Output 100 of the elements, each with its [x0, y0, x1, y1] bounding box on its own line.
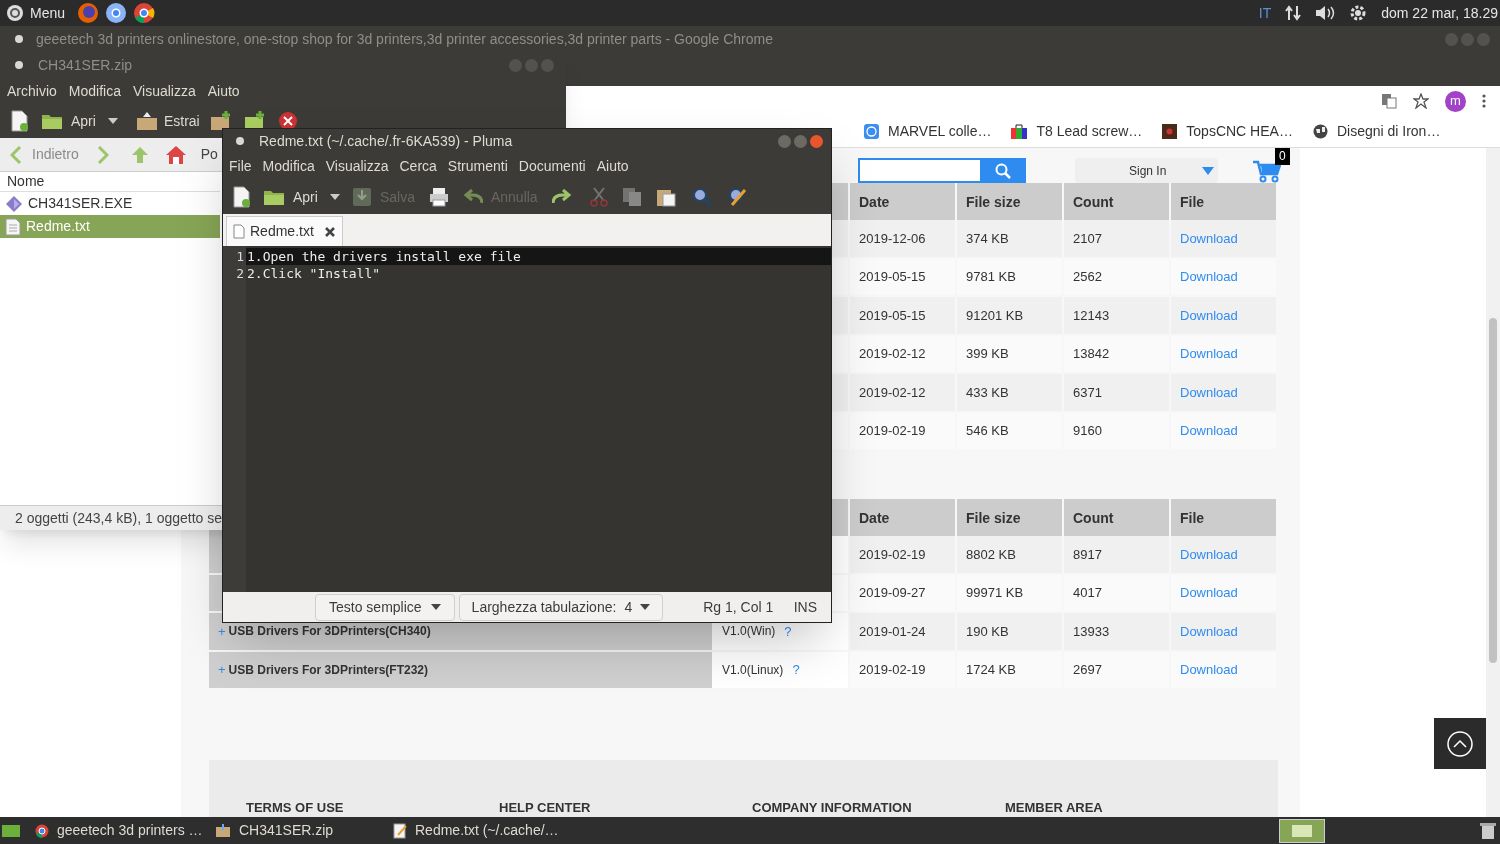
minimize-button[interactable]	[778, 134, 791, 148]
bookmark[interactable]: MARVEL colle…	[864, 121, 992, 142]
translate-icon	[1381, 93, 1397, 109]
clock[interactable]: dom 22 mar, 18.29	[1381, 2, 1498, 24]
column-header: File size	[957, 499, 1064, 536]
open-button[interactable]: Apri	[41, 110, 96, 132]
window-title: Redme.txt (~/.cache/.fr-6KA539) - Pluma	[259, 131, 513, 151]
table-cell-text: 2019-01-24	[859, 622, 926, 641]
close-icon	[323, 225, 336, 238]
tab-width-dropdown[interactable]: Larghezza tabulazione: 4	[458, 593, 664, 621]
keyboard-layout-indicator[interactable]: IT	[1258, 2, 1272, 24]
table-cell-text: 2019-09-27	[859, 584, 926, 602]
back-to-top-button[interactable]	[1434, 718, 1486, 769]
table-cell-text: 2019-02-19	[859, 422, 926, 440]
bookmark[interactable]: TopsCNC HEA…	[1162, 121, 1293, 142]
firefox-icon	[77, 2, 100, 24]
table-cell-text: 2019-02-12	[859, 383, 926, 402]
table-cell-text: 9781 KB	[966, 268, 1016, 286]
menu-item[interactable]: Modifica	[68, 80, 121, 102]
menu-item[interactable]: Visualizza	[132, 80, 196, 102]
file-row[interactable]: CH341SER.EXE	[0, 192, 220, 215]
volume-icon	[1315, 5, 1336, 21]
add-files-icon	[209, 111, 232, 131]
taskbar-item[interactable]: Redme.txt (~/.cache/…	[393, 820, 573, 841]
search-field[interactable]	[858, 158, 980, 183]
column-header: Count	[1064, 183, 1171, 220]
table-cell-text: 399 KB	[966, 345, 1009, 363]
table-cell-text: 1724 KB	[966, 661, 1016, 679]
bookmark[interactable]: Disegni di Iron…	[1312, 121, 1441, 142]
window-menu-icon	[14, 34, 24, 44]
column-header: File	[1171, 183, 1278, 220]
table-cell-text: 99971 KB	[966, 584, 1024, 602]
workspace-switcher[interactable]	[1279, 818, 1325, 843]
up-arrow-icon	[130, 145, 149, 164]
table-cell-text: 2019-12-06	[859, 229, 926, 248]
caret-icon	[329, 194, 340, 200]
menu-item[interactable]: Aiuto	[596, 156, 629, 177]
footer-heading[interactable]: HELP CENTER	[499, 798, 752, 818]
archive-icon	[215, 823, 231, 838]
ubuntu-logo-icon	[6, 4, 24, 22]
profile-avatar[interactable]: m	[1445, 90, 1466, 112]
search-button[interactable]	[980, 158, 1026, 183]
line-number: 1	[235, 248, 245, 265]
code-line[interactable]: 2.Click "Install"	[246, 265, 831, 282]
menu-item[interactable]: File	[229, 156, 252, 177]
column-header: Count	[1064, 499, 1171, 536]
driver-name[interactable]: USB Drivers For 3DPrinters(FT232)	[228, 660, 428, 679]
menu-item[interactable]: Strumenti	[447, 156, 508, 177]
maximize-button[interactable]	[794, 134, 807, 148]
menu-item[interactable]: Aiuto	[207, 80, 240, 102]
trash-icon	[1480, 821, 1496, 840]
column-header: File size	[957, 183, 1064, 220]
search-icon	[691, 187, 712, 207]
chrome-icon	[133, 2, 156, 24]
scrollbar[interactable]	[1486, 148, 1500, 817]
table-cell-text: 2019-02-19	[859, 545, 926, 564]
table-cell-text: 433 KB	[966, 383, 1009, 402]
footer-heading[interactable]: COMPANY INFORMATION	[752, 798, 1005, 818]
bookmark[interactable]: T8 Lead screw…	[1011, 121, 1143, 142]
more-menu-icon	[1482, 94, 1486, 108]
menu-item[interactable]: Modifica	[262, 156, 315, 177]
taskbar-item[interactable]: CH341SER.zip	[215, 820, 393, 841]
document-tab[interactable]: Redme.txt	[226, 216, 343, 246]
table-cell-text: 546 KB	[966, 422, 1009, 440]
footer-heading[interactable]: MEMBER AREA	[1005, 798, 1258, 818]
text-file-icon	[233, 224, 245, 239]
column-header[interactable]: Nome	[0, 172, 220, 192]
search-icon	[995, 162, 1011, 179]
folder-icon	[263, 188, 285, 206]
caret-icon	[1202, 166, 1214, 175]
table-cell-text: 2562	[1073, 268, 1102, 286]
menu-item[interactable]: Archivio	[7, 80, 57, 102]
close-button[interactable]	[810, 134, 823, 148]
paste-icon	[655, 187, 676, 207]
column-header: File	[1171, 499, 1278, 536]
menu-item[interactable]: Visualizza	[325, 156, 389, 177]
help-link[interactable]: ?	[792, 660, 800, 680]
syntax-dropdown[interactable]: Testo semplice	[315, 593, 455, 621]
location-button[interactable]: Po	[200, 144, 218, 165]
taskbar-item[interactable]: geeetech 3d printers …	[35, 820, 215, 841]
driver-name[interactable]: USB Drivers For 3DPrinters(CH340)	[228, 622, 431, 641]
bookmark-thumb-icon	[1162, 124, 1178, 139]
extract-button[interactable]: Estrai	[135, 110, 200, 132]
cursor-position: Rg 1, Col 1	[703, 597, 774, 617]
sign-in-dropdown[interactable]: Sign In	[1075, 158, 1218, 183]
menu-item[interactable]: Documenti	[518, 156, 586, 177]
menu-item[interactable]: Cerca	[399, 156, 437, 177]
caret-icon	[107, 118, 118, 124]
footer-heading[interactable]: TERMS OF USE	[246, 798, 499, 818]
toolbar-button[interactable]: Apri	[263, 186, 318, 208]
show-desktop-icon	[1, 822, 21, 839]
table-cell-text: 12143	[1073, 306, 1110, 325]
menu-button[interactable]: Menu	[6, 2, 66, 24]
cart-icon	[1253, 159, 1281, 183]
window-menu-icon	[235, 136, 245, 146]
table-cell-text: 2019-02-12	[859, 345, 926, 363]
redo-icon	[551, 189, 572, 205]
home-icon	[164, 144, 187, 165]
settings-icon	[1349, 4, 1368, 22]
version-label: V1.0(Win)	[722, 623, 776, 641]
